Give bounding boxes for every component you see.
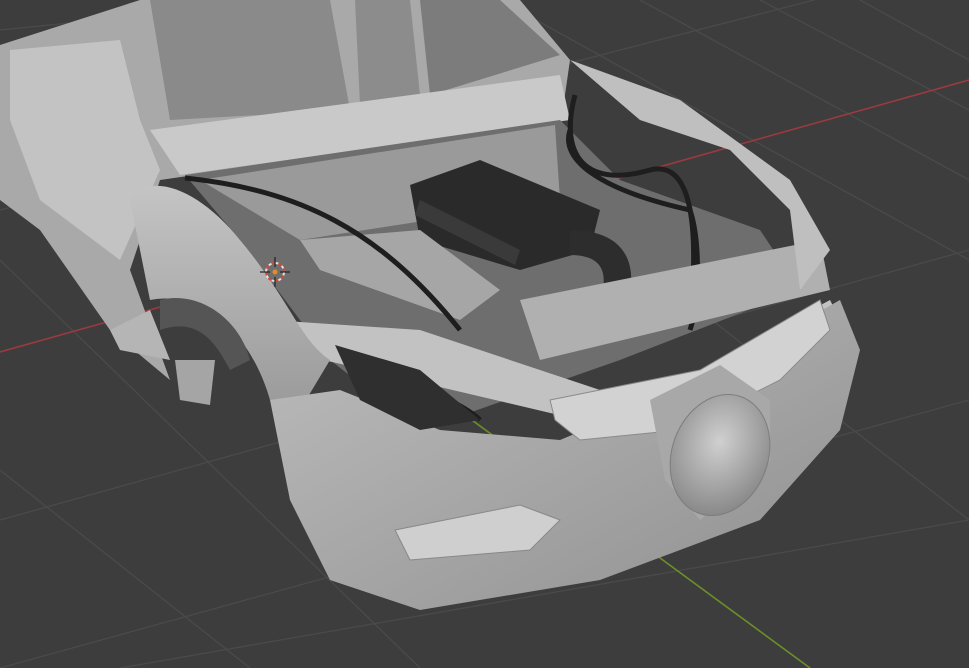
viewport-scene (0, 0, 969, 668)
3d-viewport[interactable] (0, 0, 969, 668)
car-model[interactable] (0, 0, 860, 610)
